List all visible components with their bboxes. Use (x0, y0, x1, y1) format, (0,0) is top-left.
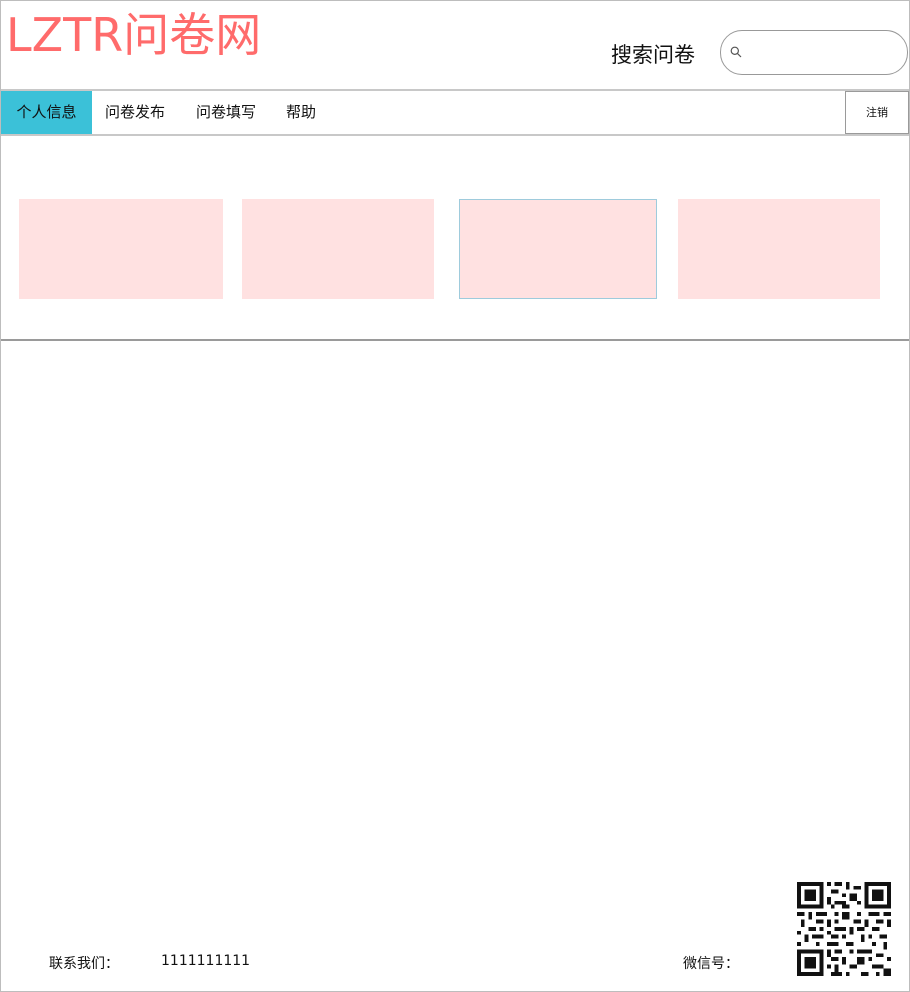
nav-item-personal-info[interactable]: 个人信息 (1, 91, 92, 134)
main-nav: 个人信息 问卷发布 问卷填写 帮助 注销 (1, 89, 909, 136)
search-input[interactable] (749, 37, 903, 71)
section-divider (1, 339, 909, 341)
content-card[interactable] (242, 199, 434, 299)
qr-code-icon (797, 882, 891, 976)
wechat-label: 微信号： (683, 956, 739, 972)
site-logo[interactable]: LZTR问卷网 (6, 5, 261, 65)
content-card[interactable] (19, 199, 223, 299)
content-card[interactable] (678, 199, 880, 299)
logout-button[interactable]: 注销 (845, 91, 909, 134)
nav-item-fill-survey[interactable]: 问卷填写 (196, 91, 256, 134)
search-label: 搜索问卷 (611, 43, 695, 67)
search-icon (730, 46, 742, 58)
nav-item-help[interactable]: 帮助 (286, 91, 316, 134)
page: LZTR问卷网 搜索问卷 个人信息 问卷发布 问卷填写 帮助 注销 联系我们： … (0, 0, 910, 992)
content-card-selected[interactable] (459, 199, 657, 299)
nav-item-publish-survey[interactable]: 问卷发布 (105, 91, 165, 134)
contact-label: 联系我们： (49, 956, 119, 972)
contact-phone: 1111111111 (161, 953, 251, 969)
search-box[interactable] (720, 30, 908, 75)
